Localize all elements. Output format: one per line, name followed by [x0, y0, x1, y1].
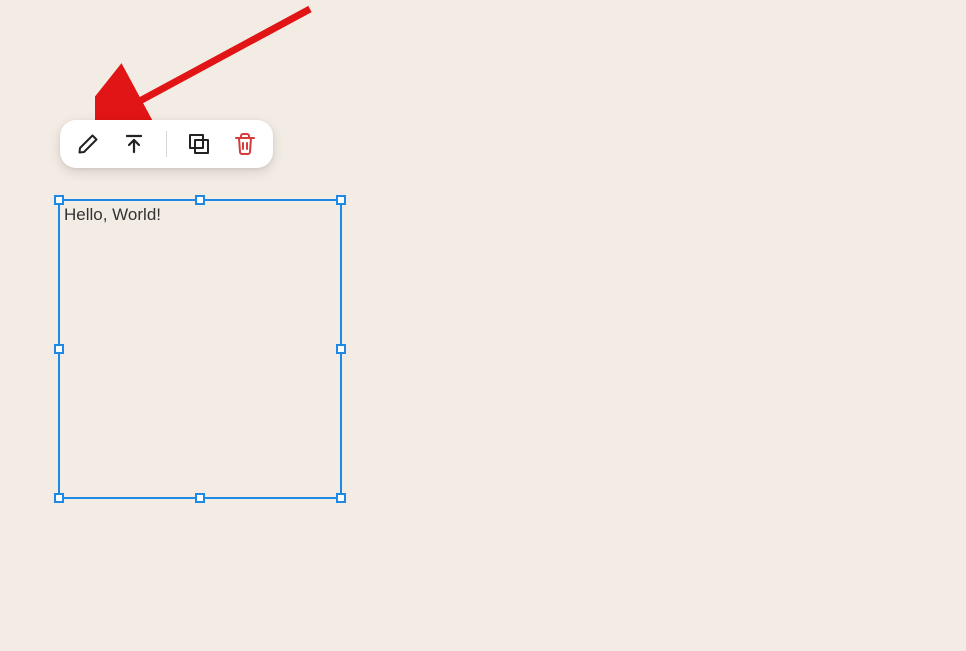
resize-handle-bottom-left[interactable]: [54, 493, 64, 503]
delete-button[interactable]: [231, 130, 259, 158]
resize-handle-top-middle[interactable]: [195, 195, 205, 205]
resize-handle-middle-right[interactable]: [336, 344, 346, 354]
resize-handle-top-left[interactable]: [54, 195, 64, 205]
resize-handle-bottom-right[interactable]: [336, 493, 346, 503]
text-content[interactable]: Hello, World!: [60, 201, 340, 229]
duplicate-button[interactable]: [185, 130, 213, 158]
arrow-up-to-line-icon: [122, 132, 146, 156]
selected-text-box[interactable]: Hello, World!: [58, 199, 342, 499]
trash-icon: [233, 132, 257, 156]
resize-handle-middle-left[interactable]: [54, 344, 64, 354]
bring-to-front-button[interactable]: [120, 130, 148, 158]
edit-button[interactable]: [74, 130, 102, 158]
resize-handle-top-right[interactable]: [336, 195, 346, 205]
duplicate-icon: [187, 132, 211, 156]
floating-toolbar: [60, 120, 273, 168]
toolbar-divider: [166, 131, 167, 157]
pencil-icon: [76, 132, 100, 156]
annotation-arrow-icon: [95, 5, 325, 135]
resize-handle-bottom-middle[interactable]: [195, 493, 205, 503]
